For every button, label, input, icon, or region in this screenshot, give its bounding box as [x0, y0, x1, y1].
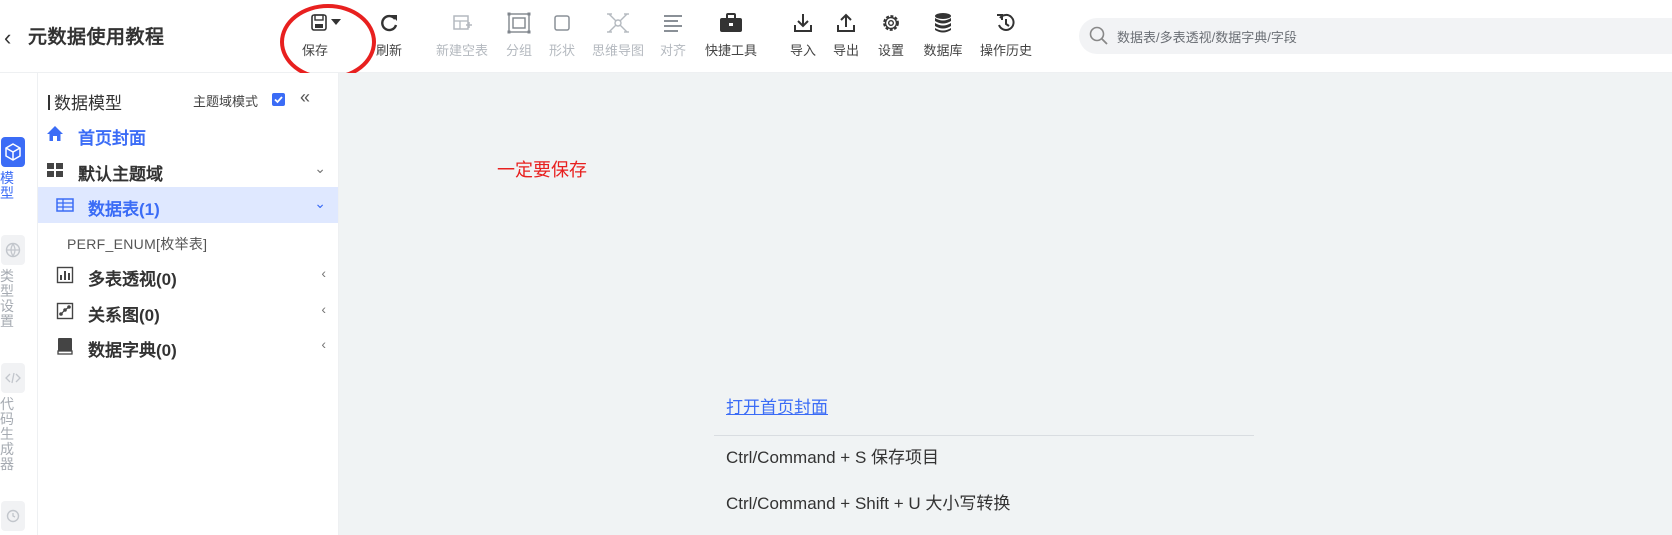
top-toolbar: ‹ 元数据使用教程 保存 刷新 新建空表 分组 形状 思维导图 对齐 快捷工具 … — [0, 0, 1672, 80]
database-label: 数据库 — [923, 43, 963, 58]
project-title: 元数据使用教程 — [28, 27, 165, 48]
database-icon — [935, 13, 951, 33]
table-item-perf-enum[interactable]: PERF_ENUM[枚举表] — [67, 234, 207, 254]
new-table-button[interactable]: 新建空表 — [432, 10, 492, 64]
quick-tools-button[interactable]: 快捷工具 — [701, 10, 761, 64]
rail-model-label: 模型 — [0, 170, 14, 201]
relation-icon — [56, 302, 74, 320]
check-icon — [274, 96, 283, 104]
rail-item-model[interactable]: 模型 — [0, 137, 26, 201]
align-icon — [664, 15, 682, 32]
annotation-circle — [280, 4, 376, 80]
rail-type-settings-label: 类型设置 — [0, 268, 14, 329]
new-table-icon — [453, 15, 472, 30]
chevron-down-icon: ⌄ — [314, 195, 326, 211]
rail-item-type-settings[interactable]: 类型设置 — [0, 235, 26, 329]
group-button[interactable]: 分组 — [502, 10, 536, 64]
mindmap-icon — [607, 13, 629, 33]
open-home-link[interactable]: 打开首页封面 — [726, 393, 828, 418]
nav-pivot-label: 多表透视(0) — [88, 270, 177, 289]
refresh-label: 刷新 — [375, 43, 402, 58]
align-label: 对齐 — [659, 43, 686, 58]
nav-relation-label: 关系图(0) — [88, 306, 160, 325]
panel-title-text: 数据模型 — [54, 94, 122, 113]
divider — [714, 435, 1254, 436]
nav-default-domain-label: 默认主题域 — [78, 165, 163, 184]
settings-button[interactable]: 设置 — [874, 10, 908, 64]
shape-label: 形状 — [548, 43, 575, 58]
shortcut-save: Ctrl/Command + S 保存项目 — [726, 448, 940, 467]
search-box[interactable] — [1079, 18, 1672, 54]
globe-icon — [1, 235, 25, 265]
home-icon — [47, 126, 63, 141]
shortcut-case-convert: Ctrl/Command + Shift + U 大小写转换 — [726, 494, 1011, 513]
nav-item-pivot[interactable]: 多表透视(0) ‹ — [38, 257, 338, 293]
theme-mode-checkbox[interactable] — [272, 93, 285, 106]
settings-label: 设置 — [877, 43, 904, 58]
import-button[interactable]: 导入 — [786, 10, 820, 64]
chevron-left-icon: ‹ — [321, 301, 326, 317]
export-button[interactable]: 导出 — [829, 10, 863, 64]
chevron-down-icon: ⌄ — [314, 160, 326, 176]
back-button[interactable]: ‹ — [4, 24, 24, 52]
chevron-left-icon: ‹ — [321, 336, 326, 352]
import-icon — [794, 14, 812, 32]
history-button[interactable]: 操作历史 — [976, 10, 1036, 64]
table-icon — [56, 198, 74, 212]
history-small-icon — [1, 501, 25, 531]
annotation-note: 一定要保存 — [497, 160, 587, 180]
history-label: 操作历史 — [979, 43, 1032, 58]
collapse-panel-button[interactable]: « — [300, 87, 310, 108]
nav-item-relation[interactable]: 关系图(0) ‹ — [38, 293, 338, 329]
database-button[interactable]: 数据库 — [920, 10, 966, 64]
mindmap-label: 思维导图 — [591, 43, 644, 58]
nav-item-dictionary[interactable]: 数据字典(0) ‹ — [38, 328, 338, 364]
quick-tools-label: 快捷工具 — [704, 43, 757, 58]
shape-icon — [554, 15, 570, 31]
chevron-left-icon: ‹ — [321, 265, 326, 281]
refresh-icon — [381, 14, 398, 32]
refresh-button[interactable]: 刷新 — [372, 10, 406, 64]
export-label: 导出 — [832, 43, 859, 58]
nav-home-label: 首页封面 — [78, 129, 146, 148]
book-icon — [57, 338, 73, 355]
bar-chart-icon — [56, 266, 74, 284]
grid-icon — [47, 163, 63, 177]
theme-mode-label: 主题域模式 — [193, 94, 259, 109]
search-input[interactable] — [1115, 26, 1639, 48]
cube-icon — [1, 137, 25, 167]
main-canvas: 一定要保存 打开首页封面 Ctrl/Command + S 保存项目 Ctrl/… — [339, 73, 1672, 535]
import-label: 导入 — [789, 43, 816, 58]
search-icon — [1089, 26, 1108, 45]
left-rail: 模型 类型设置 代码生成器 — [0, 73, 38, 535]
mindmap-button[interactable]: 思维导图 — [590, 10, 646, 64]
group-icon — [507, 12, 531, 34]
align-button[interactable]: 对齐 — [656, 10, 690, 64]
group-label: 分组 — [505, 43, 532, 58]
nav-item-home[interactable]: 首页封面 — [38, 116, 338, 152]
rail-item-more[interactable] — [0, 501, 26, 535]
toolbox-icon — [720, 13, 742, 32]
shape-button[interactable]: 形状 — [545, 10, 579, 64]
gear-icon — [883, 15, 899, 31]
panel-title: 数据模型 — [48, 89, 122, 114]
nav-item-tables[interactable]: 数据表(1) ⌄ — [38, 187, 338, 223]
nav-dictionary-label: 数据字典(0) — [88, 341, 177, 360]
code-icon — [1, 363, 25, 393]
data-model-panel: 数据模型 主题域模式 « 首页封面 默认主题域 ⌄ 数据表(1) ⌄ PERF_… — [38, 73, 339, 535]
nav-item-default-domain[interactable]: 默认主题域 ⌄ — [38, 152, 338, 188]
new-table-label: 新建空表 — [435, 43, 488, 58]
rail-item-code-generator[interactable]: 代码生成器 — [0, 363, 26, 472]
rail-code-generator-label: 代码生成器 — [0, 396, 14, 472]
nav-tables-label: 数据表(1) — [88, 200, 160, 219]
history-icon — [997, 13, 1015, 31]
export-icon — [837, 13, 855, 32]
